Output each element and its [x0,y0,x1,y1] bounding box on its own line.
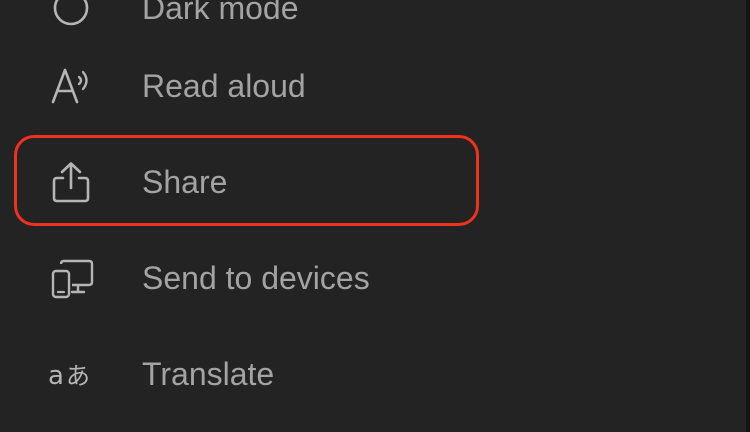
menu-item-translate[interactable]: a あ Translate [0,326,740,422]
menu-item-label: Read aloud [142,68,306,104]
menu-item-label: Send to devices [142,260,370,296]
menu-item-label: Translate [142,356,275,392]
share-icon [48,160,94,204]
menu-item-label: Share [142,164,228,200]
menu-item-read-aloud[interactable]: Read aloud [0,38,740,134]
menu-item-label: Dark mode [142,0,299,26]
send-to-devices-icon [48,256,94,300]
translate-icon: a あ [48,352,94,396]
screen-edge [746,0,750,432]
read-aloud-icon [48,64,94,108]
more-options-menu: Dark mode Read aloud Share Send to devic… [0,0,750,432]
menu-item-share[interactable]: Share [0,134,740,230]
svg-text:a: a [48,361,64,391]
menu-item-send-to-devices[interactable]: Send to devices [0,230,740,326]
dark-mode-icon [48,0,94,30]
svg-text:あ: あ [66,362,90,390]
